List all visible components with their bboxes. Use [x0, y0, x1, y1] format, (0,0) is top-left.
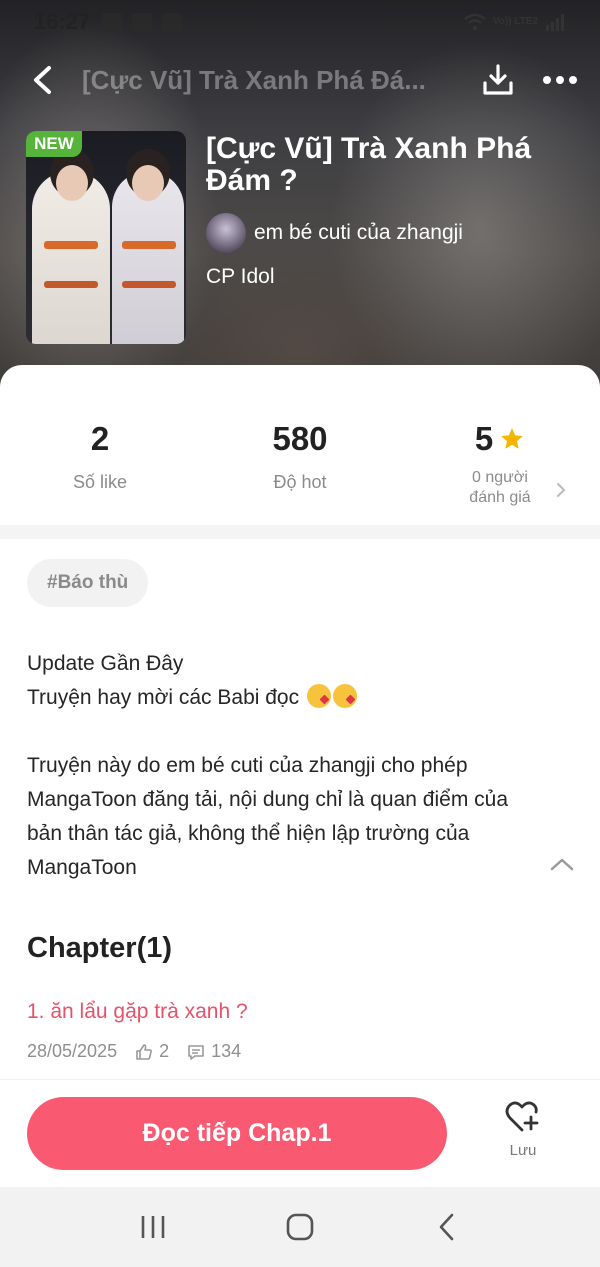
rating-value: 5: [474, 420, 494, 457]
back-button[interactable]: [24, 62, 60, 98]
rating-count-label: 0 người: [472, 469, 528, 486]
new-badge: NEW: [26, 131, 82, 157]
description-line-2: Truyện hay mời các Babi đọc: [27, 686, 300, 709]
section-divider: [0, 525, 600, 539]
likes-count: 2: [90, 420, 110, 457]
description-notice: Truyện này do em bé cuti của zhangji cho…: [27, 754, 509, 879]
star-icon: [501, 428, 524, 449]
save-label: Lưu: [509, 1142, 537, 1159]
thumbs-up-icon: [136, 1043, 153, 1060]
system-back-icon: [439, 1213, 453, 1241]
rating-count-label-2: đánh giá: [469, 489, 531, 506]
chapter-item-title[interactable]: 1. ăn lẩu gặp trà xanh ?: [27, 1000, 248, 1024]
home-icon: [286, 1213, 314, 1241]
save-button[interactable]: Lưu: [494, 1100, 552, 1159]
chapter-comments: 134: [211, 1041, 242, 1061]
download-icon: [483, 64, 513, 95]
download-button[interactable]: [478, 60, 518, 100]
chapter-likes: 2: [159, 1041, 170, 1061]
hot-label: Độ hot: [273, 472, 327, 492]
nav-title: [Cực Vũ] Trà Xanh Phá Đá...: [82, 64, 426, 95]
chapter-item-meta: 28/05/2025 2 134: [27, 1041, 241, 1062]
stats-row: 2 Số like 580 Độ hot 5 0 người đánh giá: [0, 390, 600, 525]
chevron-right-icon: [557, 483, 566, 497]
bottom-separator: [0, 1079, 600, 1080]
collapse-button[interactable]: [548, 855, 576, 879]
recent-apps-button[interactable]: [123, 1197, 183, 1257]
chapter-date: 28/05/2025: [27, 1041, 118, 1061]
author-avatar[interactable]: [206, 213, 246, 253]
status-time: 16:27: [34, 9, 91, 34]
description: Update Gần Đây Truyện hay mời các Babi đ…: [27, 647, 527, 885]
genre-label[interactable]: CP Idol: [206, 265, 275, 289]
comment-icon: [188, 1044, 204, 1060]
rating-stat[interactable]: 5 0 người đánh giá: [400, 390, 600, 525]
author-name[interactable]: em bé cuti của zhangji: [254, 221, 463, 245]
gallery-notification-icon: [102, 13, 123, 31]
system-navigation-bar: [0, 1187, 600, 1267]
recent-apps-icon: [142, 1216, 165, 1238]
book-title: [Cực Vũ] Trà Xanh Phá Đám ?: [206, 132, 532, 197]
wifi-icon: [464, 13, 486, 30]
back-arrow-icon: [34, 66, 51, 94]
hot-stat: 580 Độ hot: [200, 390, 400, 525]
signal-icon: [546, 14, 564, 31]
youtube-notification-icon: [162, 13, 183, 31]
author-row[interactable]: em bé cuti của zhangji: [206, 213, 463, 253]
network-type: Vo)) LTE2: [492, 16, 538, 27]
top-navigation: [Cực Vũ] Trà Xanh Phá Đá...: [0, 52, 600, 108]
kiss-emoji-icon: [332, 684, 357, 708]
book-cover[interactable]: [26, 131, 186, 344]
status-bar: 16:27 Vo)) LTE2: [0, 0, 600, 44]
home-button[interactable]: [270, 1197, 330, 1257]
kiss-emoji-icon: [306, 684, 331, 708]
more-options-button[interactable]: [540, 60, 580, 100]
system-back-button[interactable]: [417, 1197, 477, 1257]
heart-plus-icon: [505, 1101, 539, 1132]
continue-reading-button[interactable]: Đọc tiếp Chap.1: [27, 1097, 447, 1170]
tag-chip[interactable]: #Báo thù: [27, 559, 149, 607]
likes-label: Số like: [72, 472, 128, 492]
chevron-up-icon: [550, 858, 574, 871]
chapter-heading: Chapter(1): [27, 932, 173, 964]
likes-stat: 2 Số like: [0, 390, 200, 525]
weibo-notification-icon: [132, 13, 153, 31]
description-line-1: Update Gần Đây: [27, 652, 184, 675]
hot-count: 580: [272, 420, 328, 457]
more-dots-icon: [543, 76, 577, 84]
